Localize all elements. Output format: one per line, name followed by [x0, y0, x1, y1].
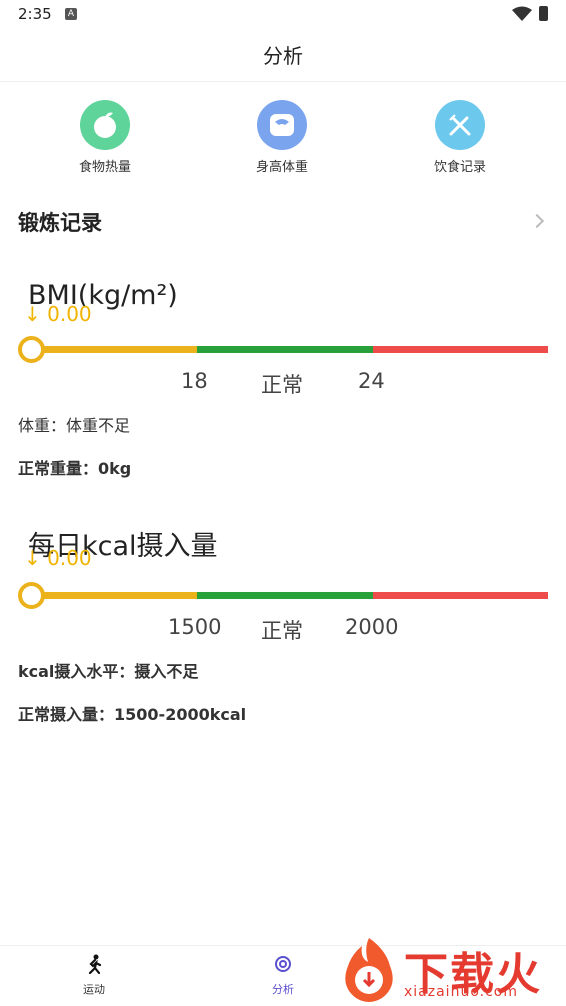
title-bar: 分析 [0, 30, 566, 82]
kcal-level-label: kcal摄入水平： [18, 662, 135, 681]
kcal-level-value: 摄入不足 [134, 662, 199, 681]
quick-label: 身高体重 [255, 160, 308, 175]
kcal-seg-low [22, 592, 198, 599]
quick-label: 食物热量 [78, 160, 131, 175]
kcal-pointer: ↓ 0.00 [24, 546, 92, 570]
wifi-icon [512, 6, 532, 21]
bmi-tick-normal: 正常 [261, 373, 303, 397]
bmi-seg-low [22, 346, 198, 353]
apple-icon [80, 100, 130, 150]
status-bar: 2:35 A [0, 0, 566, 30]
battery-icon [539, 6, 548, 21]
kcal-level-info: kcal摄入水平：摄入不足 [18, 658, 198, 682]
scale-icon [257, 100, 307, 150]
bmi-pointer: ↓ 0.00 [24, 302, 92, 326]
kcal-normal-value: 1500-2000kcal [114, 705, 247, 724]
tab-analysis[interactable]: 分析 [243, 954, 323, 997]
kcal-normal-label: 正常摄入量： [18, 705, 115, 724]
fork-knife-icon [435, 100, 485, 150]
quick-diet-record[interactable]: 饮食记录 [395, 100, 525, 175]
bmi-tick-high: 24 [358, 369, 385, 393]
tab-exercise[interactable]: 运动 [54, 954, 134, 997]
watermark: 下载火 xiazaihuo.com [334, 932, 566, 1006]
notification-icon: A [65, 8, 77, 20]
kcal-normal-info: 正常摄入量：1500-2000kcal [18, 701, 246, 725]
analysis-icon [275, 956, 291, 972]
bmi-normal-weight-info: 正常重量：0kg [18, 455, 131, 479]
watermark-url: xiazaihuo.com [404, 984, 518, 1000]
exercise-record-title: 锻炼记录 [18, 211, 102, 235]
status-time: 2:35 [18, 5, 52, 23]
chevron-right-icon [529, 213, 545, 229]
normal-weight-label: 正常重量： [18, 459, 99, 478]
bmi-seg-normal [197, 346, 373, 353]
weight-value: 体重不足 [66, 416, 131, 435]
bmi-seg-high [372, 346, 548, 353]
running-icon [88, 954, 102, 975]
kcal-track [22, 592, 548, 599]
tab-label: 分析 [272, 983, 294, 996]
flame-logo-icon [345, 938, 393, 1002]
kcal-tick-high: 2000 [345, 615, 399, 639]
kcal-tick-normal: 正常 [261, 619, 303, 643]
weight-label: 体重： [18, 416, 67, 435]
kcal-seg-high [372, 592, 548, 599]
bmi-slider-knob[interactable] [18, 336, 45, 363]
exercise-record-row[interactable]: 锻炼记录 [18, 205, 548, 241]
quick-food-calories[interactable]: 食物热量 [40, 100, 170, 175]
kcal-slider-knob[interactable] [18, 582, 45, 609]
bmi-track [22, 346, 548, 353]
normal-weight-value: 0kg [98, 459, 132, 478]
bmi-weight-info: 体重：体重不足 [18, 412, 130, 436]
kcal-seg-normal [197, 592, 373, 599]
quick-label: 饮食记录 [433, 160, 486, 175]
page-title: 分析 [263, 44, 303, 68]
kcal-tick-low: 1500 [168, 615, 222, 639]
quick-height-weight[interactable]: 身高体重 [217, 100, 347, 175]
bmi-tick-low: 18 [181, 369, 208, 393]
tab-label: 运动 [83, 983, 105, 996]
